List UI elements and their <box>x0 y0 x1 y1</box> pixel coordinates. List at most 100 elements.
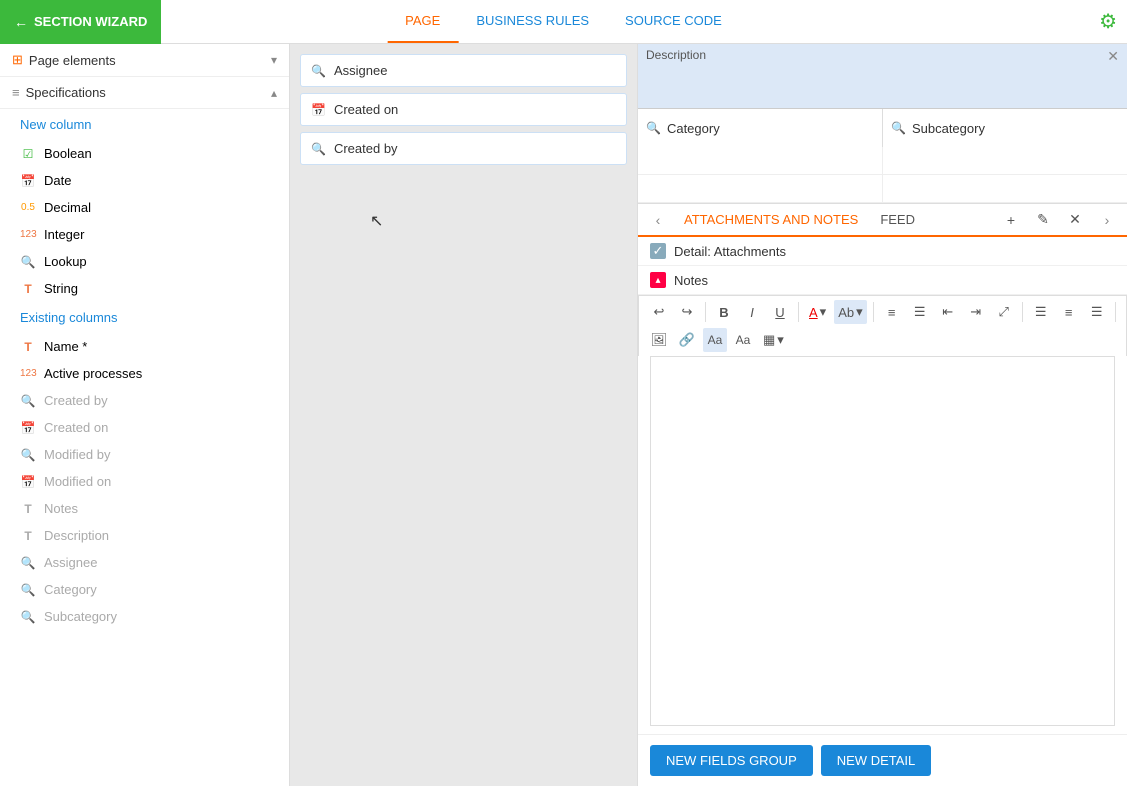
sidebar-item-lookup[interactable]: 🔍 Lookup <box>0 248 289 275</box>
expand-button[interactable]: ⤢ <box>992 300 1016 324</box>
rich-text-editor[interactable] <box>650 356 1115 726</box>
rp-row-cell <box>883 147 1127 175</box>
italic-button[interactable]: I <box>740 300 764 324</box>
add-icon[interactable]: + <box>999 208 1023 232</box>
increase-indent-button[interactable]: ⇥ <box>964 300 988 324</box>
detail-attachments-row: ✓ Detail: Attachments <box>638 237 1127 266</box>
align-right-button[interactable]: ☰ <box>1085 300 1109 324</box>
align-center-button[interactable]: ≡ <box>1057 300 1081 324</box>
table-dropdown[interactable]: ▦ ▾ <box>759 328 788 352</box>
sidebar-item-active-processes[interactable]: 123 Active processes <box>0 360 289 387</box>
decrease-indent-button[interactable]: ⇤ <box>936 300 960 324</box>
center-canvas: 🔍 Assignee 📅 Created on 🔍 Created by ↖ <box>290 44 637 786</box>
sidebar-item-created-on[interactable]: 📅 Created on <box>0 414 289 441</box>
tab-business-rules[interactable]: BUSINESS RULES <box>458 0 607 43</box>
settings-icon[interactable]: ⚙ <box>1099 9 1117 34</box>
sidebar-item-subcategory[interactable]: 🔍 Subcategory <box>0 603 289 630</box>
center-fields-area: 🔍 Assignee 📅 Created on 🔍 Created by <box>290 44 637 181</box>
field-card-created-on[interactable]: 📅 Created on <box>300 93 627 126</box>
calendar-icon-modified-on: 📅 <box>20 475 36 489</box>
rp-cell-subcategory[interactable]: 🔍 Subcategory <box>883 109 1127 147</box>
grid-icon: ⊞ <box>12 52 23 68</box>
lookup-icon-category: 🔍 <box>20 583 36 597</box>
rp-cell-category[interactable]: 🔍 Category <box>638 109 883 147</box>
rp-bottom-panel: ‹ ATTACHMENTS AND NOTES FEED + ✎ ✕ › ✓ D… <box>638 204 1127 786</box>
tab-page[interactable]: PAGE <box>387 0 458 43</box>
back-arrow-icon: ← <box>14 14 28 30</box>
highlight-chevron: ▾ <box>856 304 863 320</box>
sidebar-item-name[interactable]: T Name * <box>0 333 289 360</box>
section-wizard-button[interactable]: ← SECTION WIZARD <box>0 0 161 44</box>
rp-footer: NEW FIELDS GROUP NEW DETAIL <box>638 734 1127 786</box>
detail-notes-expand[interactable]: ▴ <box>650 272 666 288</box>
text-format-button[interactable]: Aa <box>703 328 727 352</box>
rp-category-row: 🔍 Category 🔍 Subcategory <box>638 109 1127 147</box>
rp-row-cell <box>638 175 882 203</box>
sidebar-page-elements[interactable]: ⊞ Page elements ▾ <box>0 44 289 77</box>
integer-icon-active: 123 <box>20 368 36 379</box>
field-card-created-by[interactable]: 🔍 Created by <box>300 132 627 165</box>
checkbox-icon: ☑ <box>20 147 36 161</box>
string-icon-notes: T <box>20 502 36 516</box>
toolbar-divider-5 <box>1115 302 1116 322</box>
align-left-button[interactable]: ☰ <box>1029 300 1053 324</box>
sidebar-item-decimal[interactable]: 0.5 Decimal <box>0 194 289 221</box>
font-color-chevron: ▾ <box>820 304 827 320</box>
string-icon-name: T <box>20 340 36 354</box>
font-color-dropdown[interactable]: A ▾ <box>805 300 830 324</box>
lookup-icon-created-by: 🔍 <box>20 394 36 408</box>
sidebar-specifications[interactable]: ≡ Specifications ▴ <box>0 77 289 109</box>
toolbar-divider-4 <box>1022 302 1023 322</box>
nav-tabs: PAGE BUSINESS RULES SOURCE CODE <box>387 0 740 43</box>
edit-icon[interactable]: ✎ <box>1031 208 1055 232</box>
sidebar-item-integer[interactable]: 123 Integer <box>0 221 289 248</box>
unordered-list-button[interactable]: ☰ <box>908 300 932 324</box>
sidebar-item-modified-on[interactable]: 📅 Modified on <box>0 468 289 495</box>
ordered-list-button[interactable]: ≡ <box>880 300 904 324</box>
new-fields-group-button[interactable]: NEW FIELDS GROUP <box>650 745 813 776</box>
insert-link-button[interactable]: 🔗 <box>675 328 699 352</box>
sidebar: ⊞ Page elements ▾ ≡ Specifications ▴ New… <box>0 44 290 786</box>
decimal-icon: 0.5 <box>20 202 36 213</box>
insert-image-button[interactable]: 🖼 <box>647 328 671 352</box>
sidebar-item-boolean[interactable]: ☑ Boolean <box>0 140 289 167</box>
sidebar-item-assignee[interactable]: 🔍 Assignee <box>0 549 289 576</box>
tab-source-code[interactable]: SOURCE CODE <box>607 0 740 43</box>
sidebar-item-string[interactable]: T String <box>0 275 289 302</box>
chevron-left-icon[interactable]: ‹ <box>648 208 668 232</box>
close-description-icon[interactable]: ✕ <box>1107 48 1119 65</box>
lookup-icon-assignee: 🔍 <box>20 556 36 570</box>
tab-feed[interactable]: FEED <box>874 204 921 237</box>
rp-col-right <box>883 147 1127 203</box>
redo-button[interactable]: ↪ <box>675 300 699 324</box>
chevron-right-icon[interactable]: › <box>1097 208 1117 232</box>
text-format2-button[interactable]: Aa <box>731 328 755 352</box>
highlight-dropdown[interactable]: Ab ▾ <box>834 300 866 324</box>
chevron-up-icon: ▴ <box>271 86 277 100</box>
right-panel: Description ✕ 🔍 Category 🔍 Subcategory <box>637 44 1127 786</box>
detail-attachments-checkbox[interactable]: ✓ <box>650 243 666 259</box>
new-column-label: New column <box>0 109 289 140</box>
new-detail-button[interactable]: NEW DETAIL <box>821 745 932 776</box>
top-nav: ← SECTION WIZARD PAGE BUSINESS RULES SOU… <box>0 0 1127 44</box>
lookup-icon: 🔍 <box>20 255 36 269</box>
lookup-icon-modified-by: 🔍 <box>20 448 36 462</box>
field-card-assignee[interactable]: 🔍 Assignee <box>300 54 627 87</box>
calendar-icon-card: 📅 <box>311 103 326 117</box>
underline-button[interactable]: U <box>768 300 792 324</box>
sidebar-item-created-by[interactable]: 🔍 Created by <box>0 387 289 414</box>
sidebar-item-modified-by[interactable]: 🔍 Modified by <box>0 441 289 468</box>
sidebar-item-category[interactable]: 🔍 Category <box>0 576 289 603</box>
tab-actions: + ✎ ✕ <box>999 208 1087 232</box>
lookup-icon-subcategory: 🔍 <box>20 610 36 624</box>
rp-tabs-header: ‹ ATTACHMENTS AND NOTES FEED + ✎ ✕ › <box>638 204 1127 237</box>
sidebar-item-description[interactable]: T Description <box>0 522 289 549</box>
cursor-indicator: ↖ <box>370 211 383 231</box>
bold-button[interactable]: B <box>712 300 736 324</box>
undo-button[interactable]: ↩ <box>647 300 671 324</box>
tab-attachments-notes[interactable]: ATTACHMENTS AND NOTES <box>678 204 864 237</box>
list-icon: ≡ <box>12 85 20 100</box>
close-icon[interactable]: ✕ <box>1063 208 1087 232</box>
sidebar-item-notes[interactable]: T Notes <box>0 495 289 522</box>
sidebar-item-date[interactable]: 📅 Date <box>0 167 289 194</box>
